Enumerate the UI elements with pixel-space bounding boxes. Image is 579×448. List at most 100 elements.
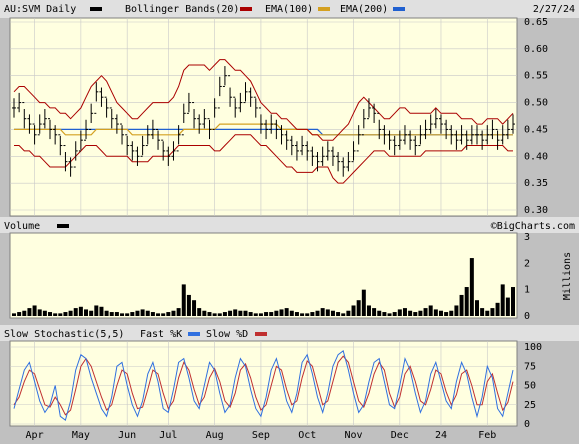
price-tick-label: 0.30 <box>524 205 548 216</box>
volume-bar <box>114 312 119 316</box>
month-label: Dec <box>391 430 409 441</box>
volume-bar <box>284 308 289 316</box>
volume-bar <box>402 308 407 316</box>
price-swatch-icon <box>90 7 102 11</box>
volume-bar <box>140 309 145 316</box>
volume-bar <box>99 306 104 316</box>
volume-bar <box>145 310 150 316</box>
volume-bar <box>428 305 433 316</box>
price-tick-label: 0.65 <box>524 17 548 28</box>
volume-bar <box>161 313 166 316</box>
month-label: Aug <box>206 430 224 441</box>
symbol-label: AU:SVM Daily <box>4 4 76 15</box>
volume-bar <box>387 313 392 316</box>
volume-bar <box>511 287 515 316</box>
volume-bar <box>27 308 32 316</box>
fast-k-swatch-icon <box>188 332 200 336</box>
millions-label: Millions <box>562 252 573 300</box>
volume-bar <box>320 308 325 316</box>
volume-bar <box>474 300 479 316</box>
volume-bar <box>300 313 305 316</box>
month-label: Oct <box>298 430 316 441</box>
volume-bar <box>166 312 171 316</box>
price-tick-label: 0.40 <box>524 151 548 162</box>
volume-bar <box>294 312 299 316</box>
legend-bollinger-label: Bollinger Bands(20) <box>125 4 239 15</box>
volume-bar <box>73 308 78 316</box>
volume-bar <box>325 309 330 316</box>
fast-k-label: Fast %K <box>140 329 182 340</box>
volume-bar <box>279 309 284 316</box>
volume-bar <box>84 309 89 316</box>
volume-bar <box>48 312 53 316</box>
volume-bar <box>305 313 310 316</box>
volume-bar <box>330 310 335 316</box>
volume-bar <box>356 300 361 316</box>
volume-bar <box>444 312 449 316</box>
chart-svg: AU:SVM Daily Bollinger Bands(20) EMA(100… <box>0 0 579 441</box>
volume-panel <box>9 232 518 319</box>
volume-bar <box>418 310 423 316</box>
volume-bar <box>258 313 263 316</box>
volume-bar <box>397 309 402 316</box>
volume-bar <box>310 312 315 316</box>
volume-bar <box>58 313 63 316</box>
volume-bar <box>104 310 109 316</box>
volume-bar <box>17 312 22 316</box>
volume-bar <box>392 312 397 316</box>
stoch-axis: 0 25 50 75 100 <box>524 342 542 430</box>
volume-bar <box>351 305 356 316</box>
volume-bar <box>269 312 274 316</box>
month-label: Jul <box>159 430 177 441</box>
volume-tick-label: 0 <box>524 311 530 322</box>
volume-bar <box>130 312 135 316</box>
volume-label: Volume <box>4 221 40 232</box>
volume-bar <box>53 313 58 316</box>
volume-bar <box>495 302 500 316</box>
volume-bar <box>150 312 155 316</box>
volume-bar <box>454 305 459 316</box>
volume-tick-label: 3 <box>524 232 530 243</box>
volume-bar <box>289 310 294 316</box>
volume-bar <box>372 308 377 316</box>
volume-bar <box>315 310 320 316</box>
volume-bar <box>413 312 418 316</box>
volume-bar <box>490 308 495 316</box>
volume-bar <box>222 312 227 316</box>
volume-bar <box>171 310 176 316</box>
slow-d-label: Slow %D <box>206 329 248 340</box>
month-label: Nov <box>344 430 362 441</box>
volume-bar <box>423 308 428 316</box>
x-axis-labels: Apr May Jun Jul Aug Sep Oct Nov Dec 24 Feb <box>26 430 497 441</box>
volume-bar <box>68 310 73 316</box>
volume-bar <box>382 312 387 316</box>
watermark-label: ©BigCharts.com <box>491 221 575 232</box>
volume-bar <box>125 313 130 316</box>
volume-bar <box>336 312 341 316</box>
legend-ema100-label: EMA(100) <box>265 4 313 15</box>
volume-tick-label: 2 <box>524 258 530 269</box>
volume-bar <box>156 313 161 316</box>
volume-bar <box>217 313 222 316</box>
month-label: Apr <box>26 430 44 441</box>
volume-bar <box>135 310 140 316</box>
volume-bar <box>341 313 346 316</box>
price-tick-label: 0.35 <box>524 178 548 189</box>
volume-bar <box>42 310 47 316</box>
month-label: May <box>72 430 90 441</box>
volume-bar <box>366 305 371 316</box>
month-label: Jun <box>118 430 136 441</box>
volume-bar <box>264 312 269 316</box>
volume-bar <box>197 308 202 316</box>
volume-bar <box>438 310 443 316</box>
volume-tick-label: 1 <box>524 285 530 296</box>
volume-bar <box>22 310 27 316</box>
volume-bar <box>212 313 217 316</box>
volume-bar <box>207 312 212 316</box>
stoch-tick-label: 100 <box>524 342 542 353</box>
date-label: 2/27/24 <box>533 4 575 15</box>
month-label: 24 <box>435 430 447 441</box>
volume-swatch-icon <box>57 224 69 228</box>
volume-bar <box>238 310 243 316</box>
volume-bar <box>186 294 191 316</box>
